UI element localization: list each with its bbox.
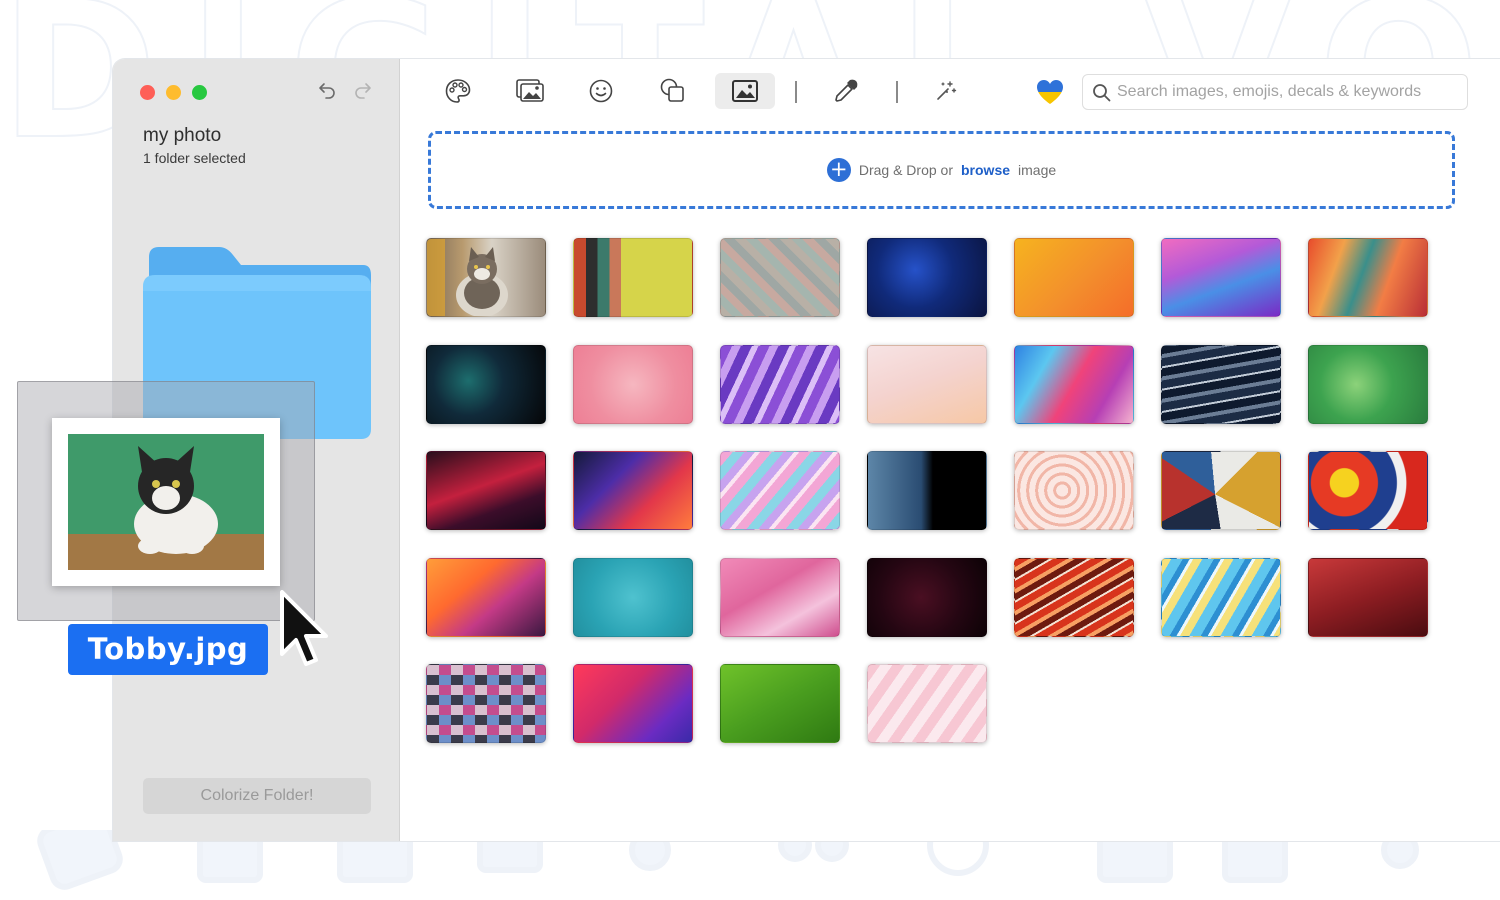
mouse-pointer-icon xyxy=(280,590,328,666)
gallery-tile-peach[interactable] xyxy=(867,345,987,424)
gallery-tile-scales[interactable] xyxy=(720,238,840,317)
gallery-tile-blue-ink[interactable] xyxy=(867,238,987,317)
eyedropper-icon xyxy=(835,79,858,102)
gallery-tile-pink-stripes[interactable] xyxy=(867,664,987,743)
magic-wand-icon xyxy=(937,81,957,100)
undo-icon xyxy=(319,83,335,99)
images-icon xyxy=(516,79,544,102)
gallery-tile-yellow-blue-paint[interactable] xyxy=(1161,558,1281,637)
palette-icon xyxy=(445,79,471,103)
cat-thumbnail xyxy=(427,239,508,316)
add-icon: + xyxy=(826,158,851,182)
selection-status: 1 folder selected xyxy=(143,150,246,166)
shapes-tool-button[interactable] xyxy=(643,73,703,109)
gallery-tile-stripes[interactable] xyxy=(573,238,693,317)
undo-button[interactable] xyxy=(317,79,339,103)
gallery-tile-abstract-paint[interactable] xyxy=(1308,238,1428,317)
minimize-window-button[interactable] xyxy=(166,85,181,100)
dropzone-suffix: image xyxy=(1018,162,1057,178)
photos-tool-button[interactable] xyxy=(500,73,560,109)
gallery-tile-purple-wave[interactable] xyxy=(1161,238,1281,317)
gallery-tile-pastel-marble[interactable] xyxy=(720,451,840,530)
gallery-tile-green-marble[interactable] xyxy=(1308,345,1428,424)
gallery-tile-dark-waves[interactable] xyxy=(1161,345,1281,424)
colorize-folder-button[interactable]: Colorize Folder! xyxy=(143,778,371,814)
gallery-tile-teal-smoke[interactable] xyxy=(426,345,546,424)
gallery-tile-green-leaf[interactable] xyxy=(720,664,840,743)
gallery-tile-dark-marble[interactable] xyxy=(867,558,987,637)
browse-link[interactable]: browse xyxy=(961,162,1010,178)
gallery-tile-red-blue-gradient[interactable] xyxy=(573,451,693,530)
gallery-tile-pink-watercolor[interactable] xyxy=(573,345,693,424)
toolbar xyxy=(400,59,1500,125)
close-window-button[interactable] xyxy=(140,85,155,100)
zoom-window-button[interactable] xyxy=(192,85,207,100)
eyedropper-tool-button[interactable] xyxy=(816,73,876,109)
image-icon xyxy=(732,80,758,102)
gallery-tile-blue-cells[interactable] xyxy=(867,451,987,530)
toolbar-separator xyxy=(896,81,898,103)
history-controls xyxy=(317,79,373,103)
gallery-tile-violet-streaks[interactable] xyxy=(720,345,840,424)
gallery-tile-pink-circles[interactable] xyxy=(1014,451,1134,530)
dragged-file-name: Tobby.jpg xyxy=(68,624,268,675)
search-input[interactable] xyxy=(1117,79,1457,105)
cat-photo xyxy=(68,434,264,570)
window-controls xyxy=(140,85,207,100)
magic-tool-button[interactable] xyxy=(916,73,976,109)
shapes-icon xyxy=(660,78,684,102)
heart-icon[interactable] xyxy=(1036,79,1064,105)
gallery-tile-pink-brush[interactable] xyxy=(720,558,840,637)
gallery-tile-red-swirl[interactable] xyxy=(426,451,546,530)
gallery-tile-orange-waves[interactable] xyxy=(426,558,546,637)
dropzone-text: Drag & Drop or xyxy=(858,162,953,178)
redo-button[interactable] xyxy=(351,79,373,103)
gallery-tile-splatter[interactable] xyxy=(1308,451,1428,530)
images-tool-button[interactable] xyxy=(715,73,775,109)
emoji-tool-button[interactable] xyxy=(571,73,631,109)
gallery-tile-orange-agate[interactable] xyxy=(1014,558,1134,637)
gallery-tile-triangles[interactable] xyxy=(1161,451,1281,530)
redo-icon xyxy=(355,83,371,99)
gallery-tile-rainbow-fluid[interactable] xyxy=(1014,345,1134,424)
smiley-icon xyxy=(589,79,613,103)
gallery-tile-palette-squares[interactable] xyxy=(426,664,546,743)
search-icon xyxy=(1093,84,1111,102)
gallery-tile-orange[interactable] xyxy=(1014,238,1134,317)
gallery-tile-red-gradient[interactable] xyxy=(1308,558,1428,637)
folder-title: my photo xyxy=(143,125,222,146)
image-dropzone[interactable]: + Drag & Drop or browse image xyxy=(428,131,1455,209)
dragged-photo[interactable] xyxy=(52,418,280,586)
gallery-tile-cat[interactable] xyxy=(426,238,546,317)
toolbar-separator xyxy=(795,81,797,103)
colors-tool-button[interactable] xyxy=(428,73,488,109)
app-window: my photo 1 folder selected Colorize Fold… xyxy=(113,59,1500,841)
search-box xyxy=(1082,74,1468,110)
gallery-tile-teal-texture[interactable] xyxy=(573,558,693,637)
gallery-tile-magenta-gradient[interactable] xyxy=(573,664,693,743)
